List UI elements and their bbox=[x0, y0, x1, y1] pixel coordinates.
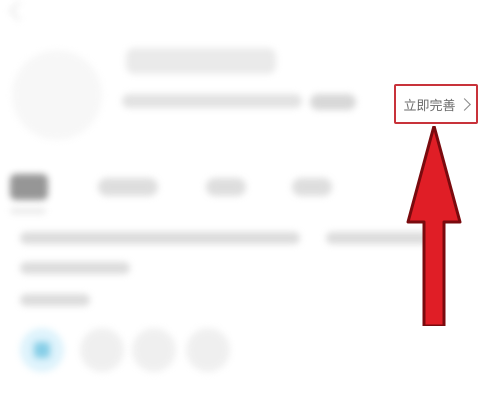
tab-4[interactable] bbox=[292, 178, 332, 196]
social-icon[interactable] bbox=[20, 328, 64, 372]
chevron-right-icon bbox=[457, 97, 471, 111]
profile-name bbox=[126, 48, 276, 74]
complete-profile-label: 立即完善 bbox=[403, 98, 456, 114]
tab-2[interactable] bbox=[98, 178, 158, 196]
profile-badge bbox=[310, 94, 356, 110]
complete-profile-button[interactable]: 立即完善 bbox=[394, 84, 478, 124]
social-icon[interactable] bbox=[186, 328, 230, 372]
avatar bbox=[12, 50, 102, 140]
tab-underline bbox=[10, 208, 46, 214]
tab-active[interactable] bbox=[10, 174, 48, 200]
content-line bbox=[20, 294, 90, 306]
red-arrow-icon bbox=[406, 126, 462, 326]
social-icon[interactable] bbox=[80, 328, 124, 372]
profile-subtitle bbox=[122, 94, 302, 108]
content-line bbox=[20, 232, 300, 244]
content-line bbox=[20, 262, 130, 274]
tab-3[interactable] bbox=[206, 178, 246, 196]
social-icon[interactable] bbox=[132, 328, 176, 372]
back-icon[interactable] bbox=[9, 1, 29, 21]
